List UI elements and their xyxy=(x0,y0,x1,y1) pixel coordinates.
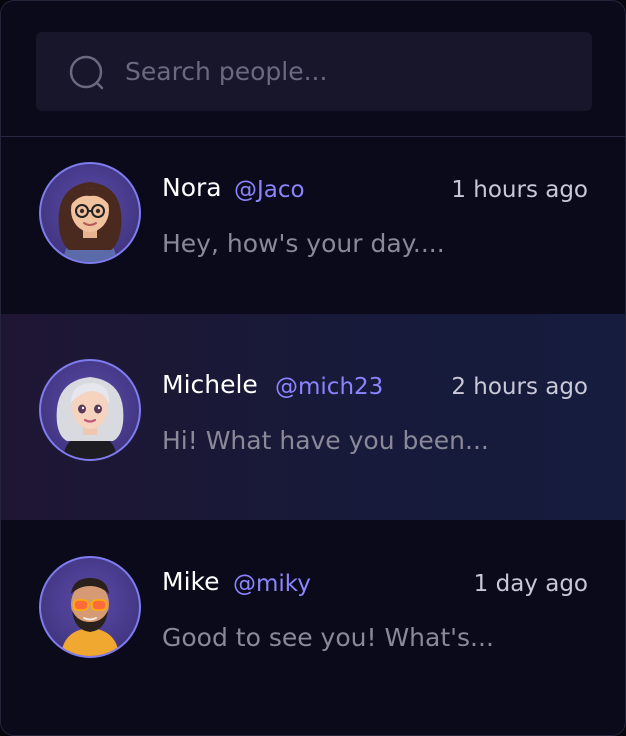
woman-glasses-avatar xyxy=(39,162,141,264)
search-input[interactable] xyxy=(125,32,565,111)
man-sunglasses-avatar xyxy=(39,556,141,658)
conversation-item-mike[interactable]: Mike @miky 1 day ago Good to see you! Wh… xyxy=(1,511,625,708)
contact-handle[interactable]: @miky xyxy=(233,571,311,597)
search-icon xyxy=(69,55,104,90)
conversation-item-nora[interactable]: Nora @Jaco 1 hours ago Hey, how's your d… xyxy=(1,117,625,314)
woman-silver-hair-avatar xyxy=(39,359,141,461)
search-box[interactable] xyxy=(36,32,592,111)
contact-name: Mike xyxy=(162,567,220,596)
message-timestamp: 1 day ago xyxy=(473,571,588,597)
contact-handle[interactable]: @Jaco xyxy=(234,177,305,203)
contact-name: Nora xyxy=(162,173,222,202)
message-timestamp: 2 hours ago xyxy=(451,374,588,400)
message-preview: Hey, how's your day.... xyxy=(162,229,445,258)
conversation-item-michele[interactable]: Michele @mich23 2 hours ago Hi! What hav… xyxy=(1,314,625,520)
conversation-panel: Nora @Jaco 1 hours ago Hey, how's your d… xyxy=(0,0,626,736)
message-preview: Good to see you! What's... xyxy=(162,623,494,652)
contact-handle[interactable]: @mich23 xyxy=(275,374,383,400)
contact-name: Michele xyxy=(162,370,258,399)
message-timestamp: 1 hours ago xyxy=(451,177,588,203)
message-preview: Hi! What have you been... xyxy=(162,426,489,455)
